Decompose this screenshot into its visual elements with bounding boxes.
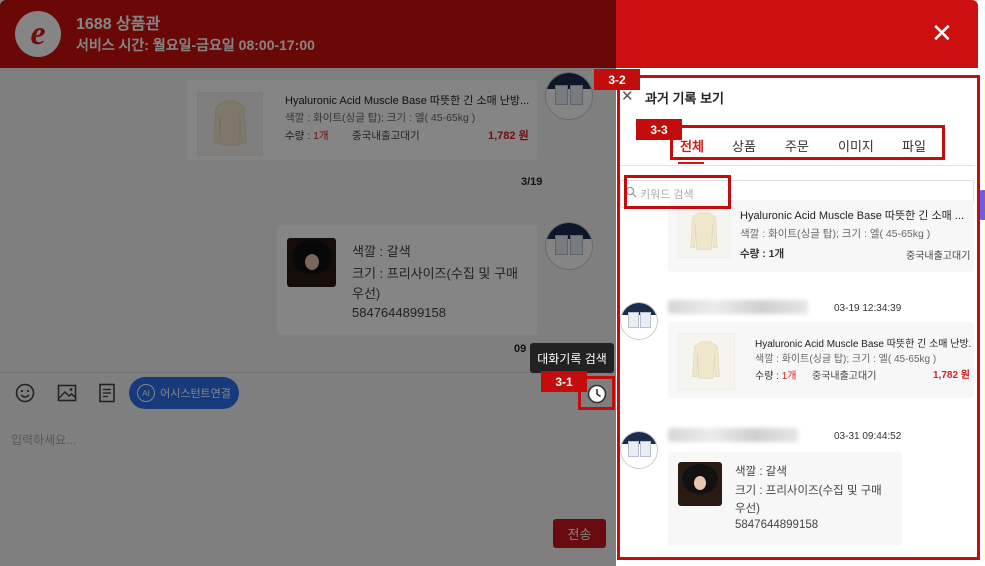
emoji-icon[interactable]	[14, 382, 36, 404]
close-icon[interactable]: ✕	[931, 20, 953, 46]
assistant-connect-button[interactable]: AI 어시스턴트연결	[129, 377, 239, 409]
message-time: 09	[514, 343, 527, 355]
avatar	[545, 72, 593, 120]
assistant-connect-label: 어시스턴트연결	[160, 388, 231, 400]
message-input[interactable]: 입력하세요...	[11, 431, 76, 448]
page-indicator: 3/19	[521, 176, 543, 188]
store-title: 1688 상품관	[76, 16, 161, 33]
send-button[interactable]: 전송	[553, 519, 606, 548]
history-search-tooltip: 대화기록 검색	[530, 343, 614, 373]
product-photo	[287, 238, 336, 287]
store-logo: e	[15, 11, 61, 57]
annotation-label-3-2: 3-2	[594, 69, 640, 90]
avatar	[545, 222, 593, 270]
ai-icon: AI	[137, 384, 156, 402]
qty-label: 수량 :	[285, 130, 314, 142]
product-price: 1,782 원	[488, 130, 529, 142]
annotation-label-3-1: 3-1	[541, 371, 587, 392]
qty-value: 1개	[313, 130, 329, 142]
toolbar-divider	[0, 372, 616, 373]
annotation-box-3-3	[670, 125, 945, 160]
msg-size: 크기 : 프리사이즈(수집 및 구매	[352, 266, 518, 281]
msg-size-cont: 우선)	[352, 286, 381, 301]
product-option: 색깔 : 화이트(싱글 탑); 크기 : 엘( 45-65kg )	[285, 112, 476, 124]
product-thumbnail	[197, 92, 263, 156]
annotation-box-search	[624, 175, 731, 209]
sweater-image	[213, 100, 247, 146]
image-upload-icon[interactable]	[56, 382, 78, 404]
msg-code: 5847644899158	[352, 305, 446, 320]
annotation-label-3-3: 3-3	[636, 119, 682, 140]
document-icon[interactable]	[96, 382, 118, 404]
shipping-status: 중국내출고대기	[352, 130, 420, 142]
msg-color: 색깔 : 갈색	[352, 244, 411, 259]
service-hours: 서비스 시간: 월요일-금요일 08:00-17:00	[76, 37, 315, 53]
product-qty: 수량 : 1개	[285, 128, 329, 143]
product-name: Hyaluronic Acid Muscle Base 따뜻한 긴 소매 난방.…	[285, 95, 530, 107]
